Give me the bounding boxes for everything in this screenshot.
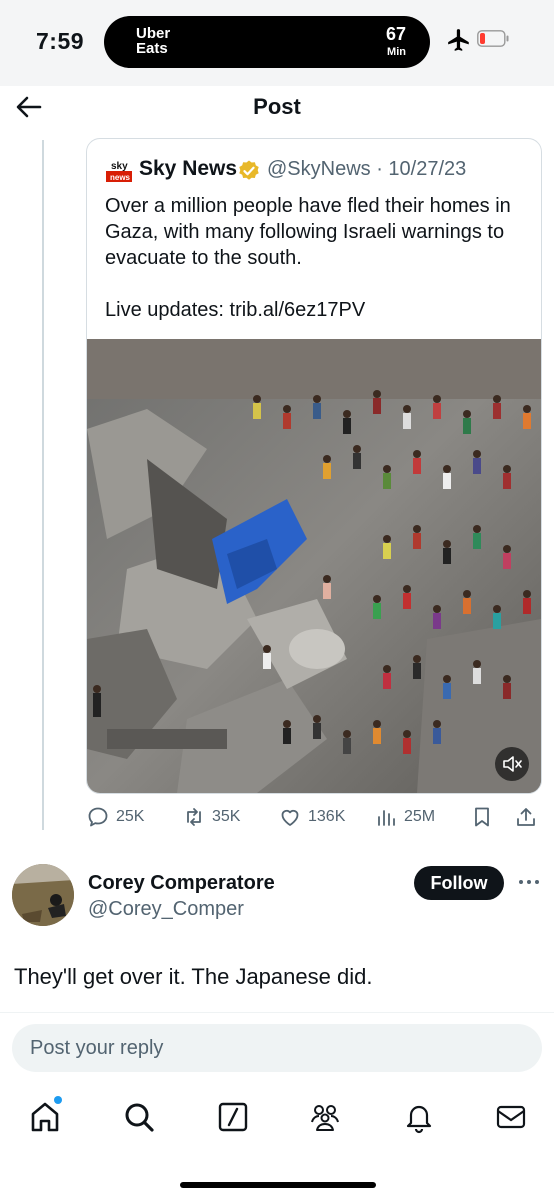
reply-author-handle[interactable]: @Corey_Comper: [88, 898, 244, 921]
notifications-bell-icon[interactable]: [402, 1100, 436, 1134]
reply-count: 25K: [116, 808, 145, 825]
thread-connector-line: [42, 140, 44, 830]
status-time: 7:59: [36, 28, 85, 54]
messages-envelope-icon[interactable]: [494, 1100, 528, 1134]
quoted-post-text: Over a million people have fled their ho…: [105, 195, 511, 321]
quoted-handle-date: @SkyNews · 10/27/23: [267, 158, 467, 180]
views-button[interactable]: 25M: [374, 802, 435, 832]
comment-bubble-icon: [88, 807, 108, 827]
dynamic-island-activity[interactable]: Uber Eats 67 Min: [104, 16, 430, 68]
repost-button[interactable]: 35K: [182, 802, 240, 832]
quoted-post-card[interactable]: sky news Sky News @SkyNews · 10/27/23 Ov…: [86, 138, 542, 794]
like-count: 136K: [308, 808, 346, 825]
reply-placeholder: Post your reply: [30, 1037, 164, 1059]
quoted-post-video[interactable]: [87, 339, 541, 793]
grok-icon[interactable]: [216, 1100, 250, 1134]
activity-eta-value: 67: [385, 24, 406, 44]
heart-icon: [281, 809, 299, 826]
reply-author-name[interactable]: Corey Comperatore: [88, 872, 275, 895]
svg-text:sky: sky: [111, 161, 128, 172]
avatar[interactable]: [12, 864, 74, 926]
bar-chart-icon: [378, 810, 395, 826]
view-count: 25M: [404, 808, 436, 825]
crowd-rubble-photo: [87, 339, 541, 793]
divider: [0, 1012, 554, 1013]
repost-count: 35K: [212, 808, 241, 825]
share-icon: [517, 808, 535, 826]
home-icon[interactable]: [28, 1100, 62, 1134]
bookmark-icon: [475, 807, 489, 827]
reply-composer-input[interactable]: Post your reply: [12, 1024, 542, 1072]
quoted-author-name[interactable]: Sky News: [139, 157, 237, 181]
home-indicator-bar[interactable]: [180, 1182, 376, 1188]
post-header: Post: [0, 86, 554, 136]
verified-badge-icon: [239, 160, 259, 180]
reply-button[interactable]: 25K: [86, 802, 144, 832]
share-button[interactable]: [514, 802, 544, 832]
like-button[interactable]: 136K: [278, 802, 345, 832]
more-options-icon[interactable]: [516, 872, 542, 892]
avatar-image: [12, 864, 74, 926]
reply-text: They'll get over it. The Japanese did.: [14, 964, 373, 989]
page-title: Post: [253, 94, 301, 119]
post-action-bar: 25K 35K 136K 25M: [86, 802, 540, 836]
airplane-mode-icon: [448, 29, 469, 51]
activity-app-name-line1: Uber: [136, 25, 171, 42]
communities-icon[interactable]: [308, 1100, 342, 1134]
sky-news-logo-icon: sky news: [106, 161, 132, 182]
battery-low-icon: [477, 30, 509, 47]
speaker-muted-icon[interactable]: [495, 747, 529, 781]
activity-app-name-line2: Eats: [136, 40, 168, 57]
status-bar: 7:59 Uber Eats 67 Min: [0, 0, 554, 86]
search-icon[interactable]: [122, 1100, 156, 1134]
activity-eta-unit: Min: [387, 46, 406, 58]
repost-icon: [187, 808, 201, 826]
svg-text:news: news: [110, 173, 131, 182]
follow-button[interactable]: Follow: [414, 866, 504, 900]
bookmark-button[interactable]: [470, 802, 500, 832]
home-unread-dot: [54, 1096, 62, 1104]
